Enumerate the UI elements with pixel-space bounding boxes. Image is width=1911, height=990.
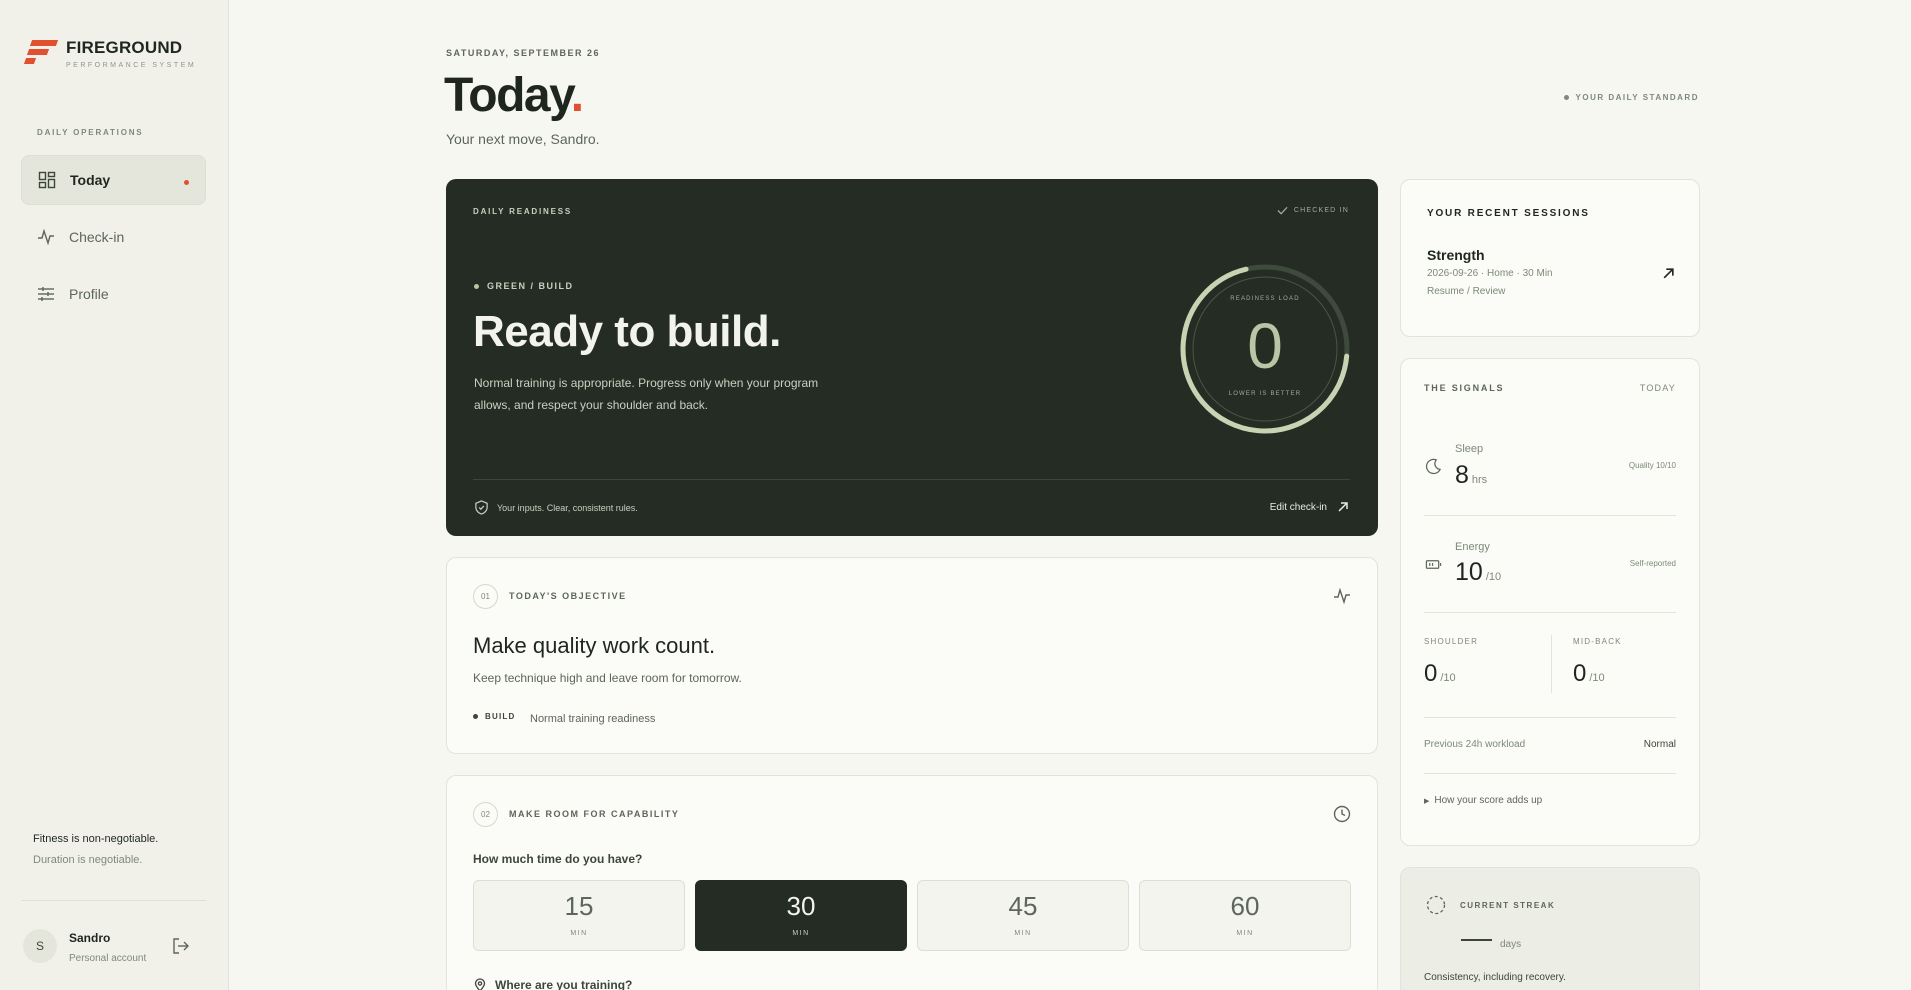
motto-line-1: Fitness is non-negotiable. <box>33 833 159 845</box>
objective-tag-text: Normal training readiness <box>530 713 656 725</box>
shoulder-value: 0/10 <box>1424 660 1456 687</box>
signals-divider <box>1424 773 1676 774</box>
ring-bottom-label: LOWER IS BETTER <box>1228 391 1302 397</box>
objective-card: 01 TODAY'S OBJECTIVE Make quality work c… <box>446 557 1378 754</box>
location-question: Where are you training? <box>473 978 632 990</box>
readiness-card: DAILY READINESS CHECKED IN GREEN / BUILD… <box>446 179 1378 536</box>
capability-card: 02 MAKE ROOM FOR CAPABILITY How much tim… <box>446 775 1378 990</box>
step-number: 02 <box>473 802 498 827</box>
logo[interactable]: FIREGROUND PERFORMANCE SYSTEM <box>23 38 197 69</box>
readiness-divider <box>473 479 1350 480</box>
nav-section-label: DAILY OPERATIONS <box>37 128 144 137</box>
user-role: Personal account <box>69 953 147 964</box>
signals-title: THE SIGNALS <box>1424 383 1505 393</box>
battery-icon <box>1425 560 1442 569</box>
workload-label: Previous 24h workload <box>1424 739 1526 750</box>
midback-value: 0/10 <box>1573 660 1605 687</box>
time-option-60[interactable]: 60 MIN <box>1139 880 1351 951</box>
time-question: How much time do you have? <box>473 852 643 866</box>
checked-in-badge: CHECKED IN <box>1277 205 1349 216</box>
page-subtitle: Your next move, Sandro. <box>446 131 600 147</box>
moon-icon <box>1425 458 1442 475</box>
signals-vertical-divider <box>1551 635 1552 693</box>
energy-value: 10/10 <box>1455 558 1502 586</box>
fireground-logo-icon <box>23 38 59 66</box>
current-date: SATURDAY, SEPTEMBER 26 <box>446 48 601 58</box>
sidebar-item-today[interactable]: Today <box>21 155 206 205</box>
location-pin-icon <box>474 978 486 990</box>
signals-divider <box>1424 515 1676 516</box>
sidebar-item-label: Profile <box>69 286 109 302</box>
sidebar-divider <box>21 900 206 901</box>
streak-card: CURRENT STREAK days Consistency, includi… <box>1400 867 1700 990</box>
sleep-value: 8 hrs <box>1455 461 1488 489</box>
avatar[interactable]: S <box>23 929 57 963</box>
readiness-headline: Ready to build. <box>473 307 781 356</box>
daily-standard-label: YOUR DAILY STANDARD <box>1564 93 1699 102</box>
capability-title: MAKE ROOM FOR CAPABILITY <box>509 809 680 819</box>
objective-headline: Make quality work count. <box>473 633 716 658</box>
grid-icon <box>38 171 56 189</box>
clock-icon <box>1333 805 1351 823</box>
ring-top-label: READINESS LOAD <box>1230 296 1300 302</box>
edit-check-in-link[interactable]: Edit check-in <box>1270 501 1349 513</box>
energy-note: Self-reported <box>1629 559 1676 568</box>
readiness-status: GREEN / BUILD <box>474 281 574 291</box>
streak-title: CURRENT STREAK <box>1460 901 1556 910</box>
arrow-up-right-icon[interactable] <box>1662 267 1675 280</box>
check-icon <box>1277 206 1288 215</box>
objective-title: TODAY'S OBJECTIVE <box>509 591 627 601</box>
streak-note: Consistency, including recovery. <box>1424 972 1566 983</box>
active-dot <box>184 180 189 185</box>
pulse-icon <box>1334 587 1350 605</box>
time-option-15[interactable]: 15 MIN <box>473 880 685 951</box>
readiness-footer: Your inputs. Clear, consistent rules. <box>474 500 638 515</box>
sessions-title: YOUR RECENT SESSIONS <box>1427 208 1590 219</box>
sleep-quality: Quality 10/10 <box>1628 461 1676 470</box>
shoulder-label: SHOULDER <box>1424 637 1479 646</box>
signals-divider <box>1424 717 1676 718</box>
shield-check-icon <box>475 500 488 515</box>
sidebar-item-label: Check-in <box>69 229 125 245</box>
user-name: Sandro <box>69 931 111 945</box>
sliders-icon <box>38 287 54 301</box>
streak-empty-value <box>1461 939 1492 941</box>
readiness-load-value: 0 <box>1247 310 1283 382</box>
sidebar-item-label: Today <box>70 172 111 188</box>
signals-divider <box>1424 612 1676 613</box>
time-option-30[interactable]: 30 MIN <box>695 880 907 951</box>
streak-unit: days <box>1500 939 1522 950</box>
signals-card: THE SIGNALS TODAY Sleep 8 hrs Quality 10/… <box>1400 358 1700 846</box>
sidebar-item-check-in[interactable]: Check-in <box>21 212 206 262</box>
page-title: Today. <box>444 69 584 122</box>
streak-circle-icon <box>1426 895 1446 915</box>
time-option-45[interactable]: 45 MIN <box>917 880 1129 951</box>
energy-label: Energy <box>1455 541 1490 553</box>
workload-value: Normal <box>1643 739 1676 750</box>
brand-tagline: PERFORMANCE SYSTEM <box>66 62 197 69</box>
objective-tag: BUILD <box>473 712 515 721</box>
step-number: 01 <box>473 584 498 609</box>
score-breakdown-toggle[interactable]: How your score adds up <box>1424 795 1542 806</box>
readiness-description: Normal training is appropriate. Progress… <box>474 376 819 412</box>
resume-review-link[interactable]: Resume / Review <box>1427 286 1505 297</box>
sleep-label: Sleep <box>1455 443 1484 455</box>
sidebar-item-profile[interactable]: Profile <box>21 269 206 319</box>
logout-icon[interactable] <box>172 937 190 955</box>
session-meta: 2026-09-26 · Home · 30 Min <box>1427 268 1553 279</box>
recent-sessions-card: YOUR RECENT SESSIONS Strength 2026-09-26… <box>1400 179 1700 337</box>
sidebar: FIREGROUND PERFORMANCE SYSTEM DAILY OPER… <box>0 0 229 990</box>
session-name[interactable]: Strength <box>1427 247 1485 263</box>
objective-subtext: Keep technique high and leave room for t… <box>473 671 742 685</box>
brand-name: FIREGROUND <box>66 38 183 57</box>
signals-period: TODAY <box>1639 383 1676 393</box>
midback-label: MID-BACK <box>1573 637 1622 646</box>
pulse-icon <box>38 228 54 246</box>
readiness-label: DAILY READINESS <box>473 207 573 216</box>
motto-line-2: Duration is negotiable. <box>33 854 143 866</box>
arrow-up-right-icon <box>1338 502 1348 512</box>
